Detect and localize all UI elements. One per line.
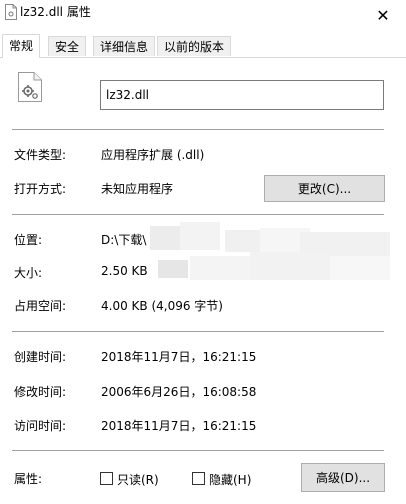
separator [12,450,384,451]
size-label: 大小: [14,266,43,280]
close-icon: ✕ [376,5,390,25]
tab-security[interactable]: 安全 [48,36,87,56]
created-value: 2018年11月7日，16:21:15 [101,350,257,364]
accessed-value: 2018年11月7日，16:21:15 [101,419,257,433]
opens-with-value: 未知应用程序 [101,182,174,196]
readonly-checkbox[interactable] [100,472,113,485]
separator [12,331,384,332]
separator [12,214,384,215]
tab-previous-versions[interactable]: 以前的版本 [157,36,232,56]
accessed-label: 访问时间: [14,419,67,433]
readonly-label[interactable]: 只读(R) [117,471,159,488]
hidden-label[interactable]: 隐藏(H) [209,471,251,488]
size-on-disk-label: 占用空间: [14,299,67,313]
change-button[interactable]: 更改(C)... [264,175,385,202]
tab-general[interactable]: 常规 [2,34,41,58]
general-panel [0,57,406,504]
location-value: D:\下载\ [101,233,147,247]
dll-file-icon [5,4,17,20]
opens-with-label: 打开方式: [14,182,67,196]
tab-details[interactable]: 详细信息 [93,36,156,56]
attributes-label: 属性: [14,472,43,486]
file-type-value: 应用程序扩展 (.dll) [101,148,205,162]
window-title: lz32.dll 属性 [20,5,91,19]
hidden-checkbox[interactable] [192,472,205,485]
location-label: 位置: [14,233,43,247]
title-bar: lz32.dll 属性 ✕ [0,0,406,30]
size-on-disk-value: 4.00 KB (4,096 字节) [101,299,223,313]
dll-gear-file-icon [18,72,42,102]
close-button[interactable]: ✕ [360,0,406,30]
modified-value: 2006年6月26日，16:08:58 [101,385,257,399]
file-name-field[interactable]: lz32.dll [100,80,384,110]
advanced-button[interactable]: 高级(D)... [301,463,385,492]
created-label: 创建时间: [14,350,67,364]
modified-label: 修改时间: [14,385,67,399]
separator [12,129,384,130]
file-type-label: 文件类型: [14,148,67,162]
size-value: 2.50 KB [101,264,148,278]
tab-strip: 常规 安全 详细信息 以前的版本 [0,34,406,58]
